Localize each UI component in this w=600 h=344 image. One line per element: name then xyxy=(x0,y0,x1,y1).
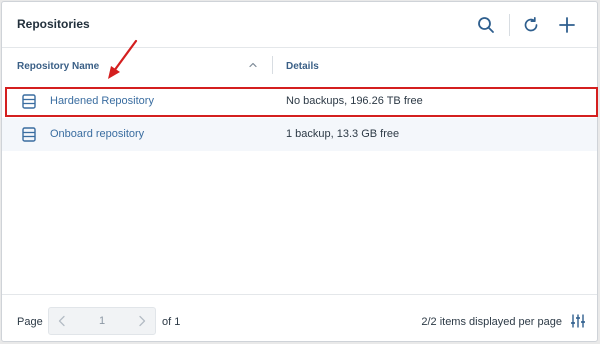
page-label: Page xyxy=(17,316,43,328)
repository-details: No backups, 196.26 TB free xyxy=(286,95,423,107)
search-button[interactable] xyxy=(476,15,496,35)
column-header-details[interactable]: Details xyxy=(286,61,319,72)
page-total-label: of 1 xyxy=(162,316,181,328)
header-divider xyxy=(509,14,510,36)
repository-icon xyxy=(22,94,36,109)
repository-details: 1 backup, 13.3 GB free xyxy=(286,128,400,140)
repository-name[interactable]: Onboard repository xyxy=(50,128,144,140)
page-title: Repositories xyxy=(17,17,90,31)
column-header-repository-name[interactable]: Repository Name xyxy=(17,61,99,72)
chevron-right-icon[interactable] xyxy=(137,315,147,327)
table-row[interactable]: Hardened Repository No backups, 196.26 T… xyxy=(2,85,597,118)
refresh-button[interactable] xyxy=(521,15,541,35)
panel-header: Repositories xyxy=(2,2,597,48)
add-repository-button[interactable] xyxy=(557,15,577,35)
column-resize-handle[interactable] xyxy=(272,56,273,74)
pagination-footer: Page 1 of 1 2/2 items displayed per page xyxy=(2,294,597,341)
refresh-icon xyxy=(524,16,538,32)
search-icon xyxy=(478,17,494,33)
table-row[interactable]: Onboard repository 1 backup, 13.3 GB fre… xyxy=(2,118,597,151)
plus-icon xyxy=(559,17,575,33)
table-header: Repository Name Details xyxy=(2,48,597,84)
sort-ascending-icon[interactable] xyxy=(248,60,258,70)
repository-icon xyxy=(22,127,36,142)
repository-name[interactable]: Hardened Repository xyxy=(50,95,154,107)
page-stepper[interactable]: 1 xyxy=(48,307,156,335)
column-settings-icon[interactable] xyxy=(570,313,586,329)
items-per-page-label: 2/2 items displayed per page xyxy=(421,316,562,328)
annotation-arrow-icon xyxy=(108,39,138,79)
repositories-panel: Repositories Repository Name Details Har… xyxy=(1,1,598,342)
